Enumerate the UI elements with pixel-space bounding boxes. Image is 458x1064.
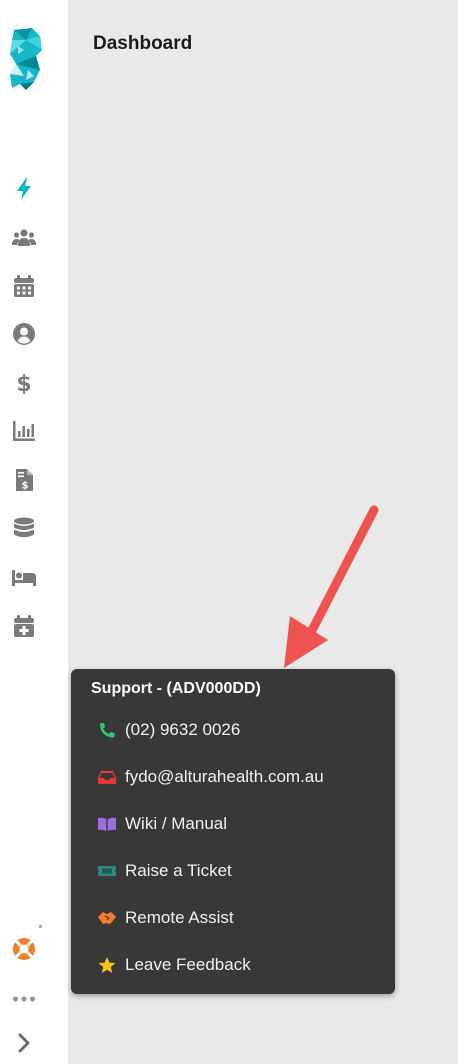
support-phone-label: (02) 9632 0026: [125, 720, 241, 739]
lightning-icon[interactable]: [12, 177, 36, 201]
book-icon: [98, 817, 116, 831]
bar-chart-icon[interactable]: [12, 419, 36, 443]
more-dots-icon[interactable]: [12, 987, 36, 1011]
star-icon: [98, 957, 116, 973]
support-remote-assist-label: Remote Assist: [125, 908, 234, 927]
support-feedback-item[interactable]: Leave Feedback: [97, 951, 251, 979]
calendar-plus-icon[interactable]: [12, 614, 36, 638]
sidebar: $ $: [0, 0, 68, 1064]
user-circle-icon[interactable]: [12, 322, 36, 346]
svg-text:$: $: [16, 372, 31, 394]
support-ticket-item[interactable]: Raise a Ticket: [97, 857, 232, 885]
support-ticket-label: Raise a Ticket: [125, 861, 232, 880]
page-title: Dashboard: [93, 33, 193, 54]
users-icon[interactable]: [12, 226, 36, 250]
phone-icon: [100, 723, 115, 738]
support-remote-assist-item[interactable]: Remote Assist: [97, 904, 234, 932]
support-feedback-label: Leave Feedback: [125, 955, 251, 974]
dollar-icon[interactable]: $: [12, 370, 36, 394]
handshake-icon: [98, 912, 116, 924]
support-wiki-label: Wiki / Manual: [125, 814, 228, 833]
svg-text:$: $: [22, 481, 29, 492]
support-popup-title: Support - (ADV000DD): [91, 680, 261, 697]
lifebuoy-icon[interactable]: [12, 937, 36, 961]
logo-icon[interactable]: [6, 26, 46, 94]
support-email-item[interactable]: fydo@alturahealth.com.au: [97, 763, 324, 791]
bed-icon[interactable]: [12, 565, 36, 589]
calendar-icon[interactable]: [12, 274, 36, 298]
database-icon[interactable]: [12, 516, 36, 540]
chevron-right-icon[interactable]: [12, 1031, 36, 1055]
ticket-icon: [98, 866, 116, 876]
support-popup: Support - (ADV000DD) (02) 9632 0026 fydo…: [71, 669, 395, 994]
annotation-arrow-icon: [284, 505, 379, 668]
invoice-icon[interactable]: $: [12, 468, 36, 492]
inbox-icon: [98, 771, 116, 784]
support-wiki-item[interactable]: Wiki / Manual: [97, 810, 227, 838]
support-phone-item[interactable]: (02) 9632 0026: [97, 716, 240, 744]
support-email-label: fydo@alturahealth.com.au: [125, 767, 324, 786]
notification-dot: [39, 925, 42, 928]
